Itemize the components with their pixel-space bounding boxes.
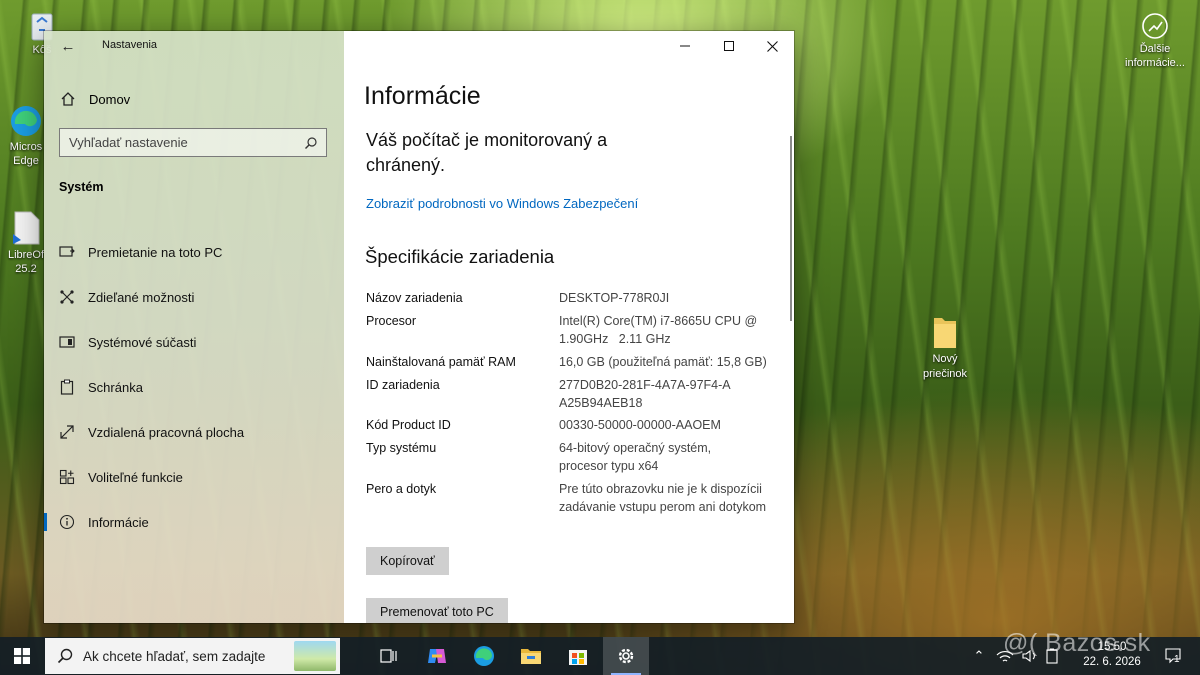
close-button[interactable]: [749, 31, 794, 61]
scrollbar[interactable]: [790, 136, 792, 321]
task-view-button[interactable]: [366, 637, 412, 675]
task-view-icon: [380, 649, 397, 663]
spec-value: 16,0 GB (použiteľná pamäť: 15,8 GB): [559, 355, 767, 369]
sidebar-item-about[interactable]: Informácie: [44, 505, 344, 539]
search-icon: [305, 136, 317, 149]
start-button[interactable]: [0, 637, 44, 675]
sidebar-item-label: Zdieľané možnosti: [88, 289, 195, 305]
sidebar-item-label: Premietanie na toto PC: [88, 244, 223, 260]
store-button[interactable]: [555, 637, 601, 675]
home-icon: [61, 92, 75, 106]
spec-key: Kód Product ID: [366, 418, 451, 432]
news-widget-icon: [1142, 13, 1168, 39]
sidebar-item-shared[interactable]: Zdieľané možnosti: [44, 280, 344, 314]
sidebar-item-label: Informácie: [88, 514, 149, 530]
sidebar-item-remote-desktop[interactable]: Vzdialená pracovná plocha: [44, 415, 344, 449]
notification-button[interactable]: 1: [1160, 637, 1186, 675]
desktop-icon-new-folder[interactable]: Nový priečinok: [916, 312, 974, 382]
components-icon: [59, 334, 75, 350]
remote-desktop-icon: [59, 424, 75, 440]
back-arrow-icon[interactable]: ←: [58, 37, 78, 57]
desktop-icon-label: Nový priečinok: [922, 353, 968, 380]
settings-taskbar-button[interactable]: [603, 637, 649, 675]
info-icon: [59, 514, 75, 530]
spec-key: Procesor: [366, 314, 417, 328]
copy-button[interactable]: Kopírovať: [366, 547, 449, 575]
search-icon: [57, 648, 73, 664]
search-highlight-icon: [294, 641, 336, 671]
nav-home-label: Domov: [89, 91, 131, 107]
spec-key: Nainštalovaná pamäť RAM: [366, 355, 516, 369]
nav-home[interactable]: Domov: [60, 88, 130, 110]
page-title: Informácie: [364, 82, 481, 110]
spec-value: Pre túto obrazovku nie je k dispozícii z…: [559, 482, 767, 514]
desktop-icon-label: Micros Edge: [9, 141, 43, 167]
close-icon: [766, 40, 778, 52]
copilot-icon: [428, 649, 446, 663]
sidebar-item-label: Vzdialená pracovná plocha: [88, 424, 245, 440]
desktop-icon-label: LibreOf 25.2: [7, 249, 45, 275]
settings-sidebar: ← Nastavenia Domov Vyhľadať nastavenie S…: [44, 31, 344, 623]
minimize-button[interactable]: [662, 31, 708, 61]
widget-label: Ďalšie informácie...: [1125, 43, 1185, 69]
settings-search-input[interactable]: Vyhľadať nastavenie: [59, 128, 327, 157]
desktop-icon-edge[interactable]: Micros Edge: [4, 104, 48, 168]
sidebar-item-label: Schránka: [88, 379, 143, 395]
spec-key: Typ systému: [366, 441, 437, 455]
spec-key: Názov zariadenia: [366, 291, 463, 305]
sidebar-item-label: Voliteľné funkcie: [88, 469, 183, 485]
store-icon: [569, 650, 587, 665]
sidebar-item-projection[interactable]: Premietanie na toto PC: [44, 235, 344, 269]
settings-content: Informácie Váš počítač je monitorovaný a…: [344, 31, 794, 623]
windows-logo-icon: [14, 648, 30, 664]
maximize-icon: [724, 41, 734, 51]
spec-key: ID zariadenia: [366, 378, 440, 392]
file-explorer-icon: [521, 649, 541, 664]
copilot-button[interactable]: [414, 637, 460, 675]
minimize-icon: [680, 45, 690, 47]
tray-chevron-up-icon[interactable]: ⌃: [970, 648, 988, 664]
file-explorer-button[interactable]: [508, 637, 554, 675]
edge-button[interactable]: [461, 637, 507, 675]
spec-value: 277D0B20-281F-4A7A-97F4-AA25B94AEB18: [559, 378, 731, 410]
edge-icon: [11, 106, 41, 136]
optional-features-icon: [59, 469, 75, 485]
security-details-link[interactable]: Zobraziť podrobnosti vo Windows Zabezpeč…: [366, 196, 638, 211]
libreoffice-icon: [13, 211, 40, 245]
spec-value: DESKTOP-778R0JI: [559, 291, 670, 305]
spec-value: Intel(R) Core(TM) i7-8665U CPU @ 1.90GHz…: [559, 314, 761, 346]
taskbar-search-placeholder: Ak chcete hľadať, sem zadajte: [83, 648, 266, 664]
rename-pc-button[interactable]: Premenovať toto PC: [366, 598, 508, 623]
spec-value: 00330-50000-00000-AAOEM: [559, 418, 721, 432]
sidebar-item-label: Systémové súčasti: [88, 334, 197, 350]
app-title: Nastavenia: [102, 39, 158, 51]
edge-icon: [474, 646, 494, 666]
widget-more-info[interactable]: Ďalšie informácie...: [1118, 12, 1192, 70]
desktop-icon-libreoffice[interactable]: LibreOf 25.2: [4, 210, 48, 276]
share-icon: [59, 289, 75, 305]
spec-key: Pero a dotyk: [366, 482, 437, 496]
notification-count: 1: [1174, 654, 1180, 665]
spec-value: 64-bitový operačný systém, procesor typu…: [559, 441, 712, 473]
watermark: @( Bazos.sk: [1003, 629, 1151, 657]
protection-status: Váš počítač je monitorovaný a chránený.: [366, 130, 608, 175]
settings-icon: [618, 648, 634, 664]
taskbar-search-input[interactable]: Ak chcete hľadať, sem zadajte: [45, 638, 340, 674]
projection-icon: [59, 244, 75, 260]
sidebar-item-components[interactable]: Systémové súčasti: [44, 325, 344, 359]
sidebar-item-optional-features[interactable]: Voliteľné funkcie: [44, 460, 344, 494]
settings-window: ← Nastavenia Domov Vyhľadať nastavenie S…: [44, 31, 794, 623]
folder-icon: [934, 318, 956, 348]
clipboard-icon: [59, 379, 75, 395]
section-label-system: Systém: [59, 180, 104, 194]
search-placeholder: Vyhľadať nastavenie: [69, 135, 188, 150]
device-specs-heading: Špecifikácie zariadenia: [365, 246, 555, 267]
sidebar-item-clipboard[interactable]: Schránka: [44, 370, 344, 404]
maximize-button[interactable]: [706, 31, 752, 61]
